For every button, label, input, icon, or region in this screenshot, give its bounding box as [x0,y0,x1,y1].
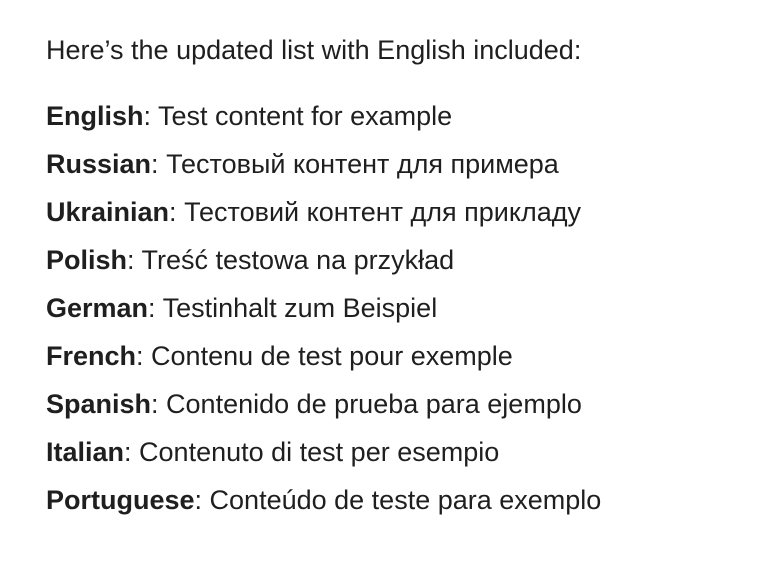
separator: : [127,245,142,275]
language-name: Ukrainian [46,197,170,227]
list-item: German: Testinhalt zum Beispiel [46,284,746,332]
translation-text: Test content for example [158,101,453,131]
language-name: Italian [46,437,125,467]
translation-text: Treść testowa na przykład [141,245,455,275]
list-item: Polish: Treść testowa na przykład [46,236,746,284]
list-item: Italian: Contenuto di test per esempio [46,428,746,476]
separator: : [124,437,140,467]
language-name: Russian [46,149,152,179]
separator: : [169,197,185,227]
language-name: Polish [46,245,128,275]
translation-text: Тестовый контент для примера [166,149,559,179]
list-item: Portuguese: Conteúdo de teste para exemp… [46,476,746,524]
translation-text: Тестовий контент для прикладу [184,197,582,227]
translation-text: Contenuto di test per esempio [139,437,500,467]
translation-text: Contenu de test pour exemple [151,341,513,371]
translation-text: Contenido de prueba para ejemplo [166,389,582,419]
separator: : [194,485,210,515]
list-item: Russian: Тестовый контент для примера [46,140,746,188]
message-body: Here’s the updated list with English inc… [46,30,746,524]
list-item: Spanish: Contenido de prueba para ejempl… [46,380,746,428]
language-list: English: Test content for example Russia… [46,92,746,524]
separator: : [136,341,152,371]
separator: : [151,149,167,179]
separator: : [143,101,159,131]
translation-text: Testinhalt zum Beispiel [162,293,438,323]
language-name: German [46,293,149,323]
list-item: English: Test content for example [46,92,746,140]
language-name: Portuguese [46,485,195,515]
list-item: Ukrainian: Тестовий контент для прикладу [46,188,746,236]
translation-text: Conteúdo de teste para exemplo [209,485,602,515]
language-name: Spanish [46,389,152,419]
intro-text: Here’s the updated list with English inc… [46,35,582,65]
separator: : [148,293,163,323]
list-item: French: Contenu de test pour exemple [46,332,746,380]
language-name: English [46,101,144,131]
separator: : [151,389,167,419]
language-name: French [46,341,137,371]
